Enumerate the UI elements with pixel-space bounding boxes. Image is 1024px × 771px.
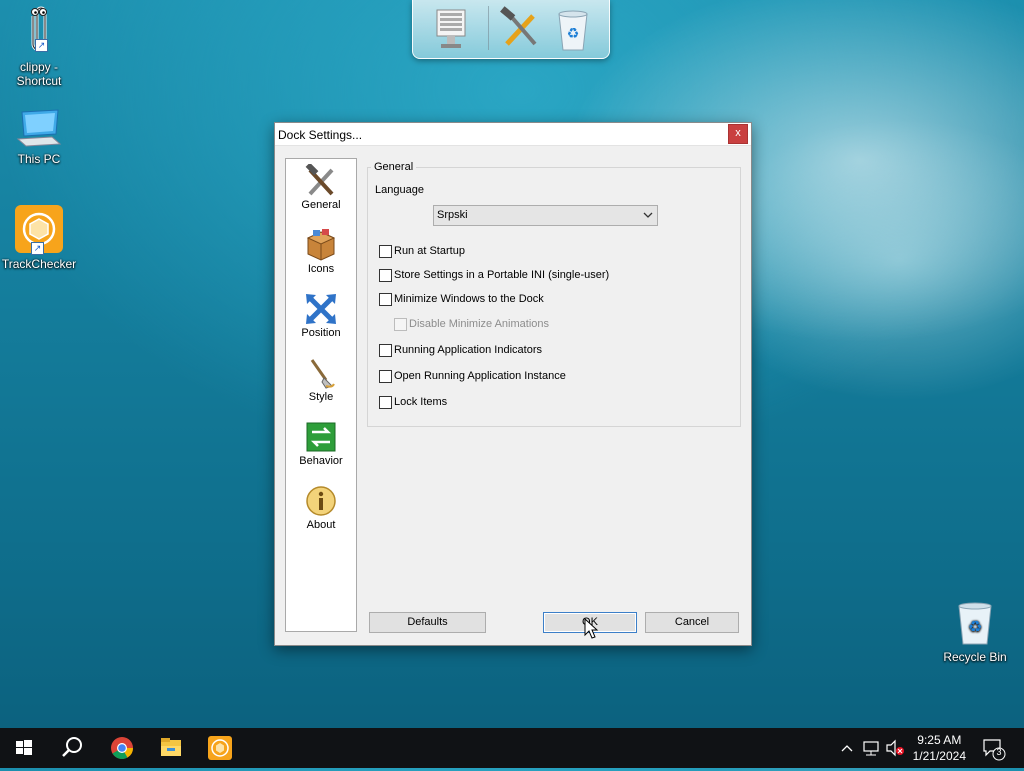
defaults-button[interactable]: Defaults (369, 612, 486, 633)
trackchecker-app-icon: ↗ (15, 205, 63, 255)
move-arrows-icon (304, 292, 338, 326)
recycle-bin-icon: ♻ (955, 600, 995, 646)
sidebar-item-label: Behavior (299, 455, 343, 467)
paperclip-icon: ↗ (19, 4, 59, 56)
option-label: Minimize Windows to the Dock (394, 293, 544, 305)
desktop-icon-label: clippy - Shortcut (16, 60, 62, 88)
sidebar-item-label: General (301, 199, 341, 211)
desktop-icon-label: Recycle Bin (943, 650, 1007, 664)
sidebar-item-position[interactable]: Position (286, 289, 356, 349)
desktop-icon-recycle-bin[interactable]: ♻ Recycle Bin (936, 600, 1014, 664)
dock-item-settings[interactable] (499, 6, 543, 52)
option-label: Running Application Indicators (394, 344, 542, 356)
sidebar-item-label: About (306, 519, 336, 531)
folder-icon (147, 738, 195, 771)
sidebar-item-icons[interactable]: Icons (286, 225, 356, 285)
sidebar-item-behavior[interactable]: Behavior (286, 417, 356, 477)
paintbrush-icon (304, 356, 338, 390)
shortcut-arrow-icon: ↗ (31, 242, 44, 255)
desktop-icon-clippy[interactable]: ↗ clippy - Shortcut (0, 4, 78, 88)
language-label: Language (375, 184, 424, 196)
option-label: Run at Startup (394, 245, 465, 257)
clock-time: 9:25 AM (917, 733, 962, 747)
close-icon: x (735, 127, 741, 139)
checkbox (394, 318, 407, 331)
tray-show-hidden[interactable] (838, 728, 856, 768)
desktop-icon-this-pc[interactable]: This PC (0, 108, 78, 166)
mouse-cursor-icon (584, 617, 600, 640)
sidebar-item-label: Icons (307, 263, 335, 275)
network-icon (860, 741, 882, 771)
dock-bar: ♻ (412, 0, 610, 59)
option-label: Open Running Application Instance (394, 370, 566, 382)
taskbar-clock[interactable]: 9:25 AM 1/21/2024 (913, 732, 966, 764)
desktop-icon-label: TrackChecker (1, 257, 77, 271)
box-icon (304, 228, 338, 262)
recycle-bin-icon: ♻ (551, 10, 595, 55)
notification-icon (980, 739, 1008, 771)
option-label: Store Settings in a Portable INI (single… (394, 269, 610, 281)
dialog-title: Dock Settings... (278, 128, 363, 142)
svg-text:♻: ♻ (567, 26, 580, 42)
language-select[interactable]: Srpski (433, 205, 658, 226)
windows-logo-icon (0, 740, 48, 771)
checkbox[interactable] (379, 396, 392, 409)
language-select-value: Srpski (437, 209, 468, 221)
sidebar-item-style[interactable]: Style (286, 353, 356, 413)
taskbar-chrome[interactable] (98, 728, 146, 768)
taskbar-file-explorer[interactable] (147, 728, 195, 768)
sidebar-item-label: Style (308, 391, 334, 403)
tools-icon (499, 6, 543, 55)
clock-date: 1/21/2024 (912, 749, 966, 763)
chrome-icon (98, 737, 146, 771)
svg-text:♻: ♻ (968, 617, 982, 636)
taskbar: 9:25 AM 1/21/2024 3 (0, 728, 1024, 768)
dock-separator (488, 6, 489, 50)
volume-muted-icon (884, 739, 906, 771)
checkbox[interactable] (379, 293, 392, 306)
dock-item-recycle-bin[interactable]: ♻ (551, 6, 595, 52)
tray-network[interactable] (860, 728, 882, 768)
notification-count: 3 (996, 747, 1002, 757)
dialog-titlebar[interactable]: Dock Settings... x (275, 123, 751, 146)
monitor-icon (429, 9, 473, 55)
search-icon (48, 737, 96, 771)
action-center-button[interactable]: 3 (980, 728, 1008, 768)
info-icon (304, 484, 338, 518)
dock-settings-dialog: Dock Settings... x General Icons Positio… (274, 122, 752, 646)
group-title: General (371, 161, 417, 173)
chevron-up-icon (838, 745, 856, 771)
dock-item-monitor[interactable] (429, 6, 473, 52)
desktop-icon-label: This PC (17, 152, 61, 166)
option-label: Lock Items (394, 396, 448, 408)
search-button[interactable] (48, 728, 96, 768)
checkbox[interactable] (379, 245, 392, 258)
trackchecker-app-icon (196, 736, 244, 771)
close-button[interactable]: x (728, 124, 748, 144)
tray-volume[interactable] (884, 728, 906, 768)
start-button[interactable] (0, 728, 48, 768)
cancel-button[interactable]: Cancel (645, 612, 739, 633)
option-label: Disable Minimize Animations (409, 318, 549, 330)
chevron-down-icon (643, 206, 653, 232)
tools-icon (304, 162, 338, 198)
sidebar-item-general[interactable]: General (286, 161, 356, 221)
checkbox[interactable] (379, 269, 392, 282)
computer-icon (16, 108, 62, 148)
shortcut-arrow-icon: ↗ (35, 39, 48, 52)
sidebar-item-about[interactable]: About (286, 481, 356, 541)
taskbar-trackchecker[interactable] (196, 728, 244, 768)
sidebar-item-label: Position (301, 327, 341, 339)
checkbox[interactable] (379, 370, 392, 383)
swap-arrows-icon (304, 420, 338, 454)
checkbox[interactable] (379, 344, 392, 357)
settings-sidebar: General Icons Position Style Behavior Ab… (285, 158, 357, 632)
desktop-icon-trackchecker[interactable]: ↗ TrackChecker (0, 205, 78, 271)
